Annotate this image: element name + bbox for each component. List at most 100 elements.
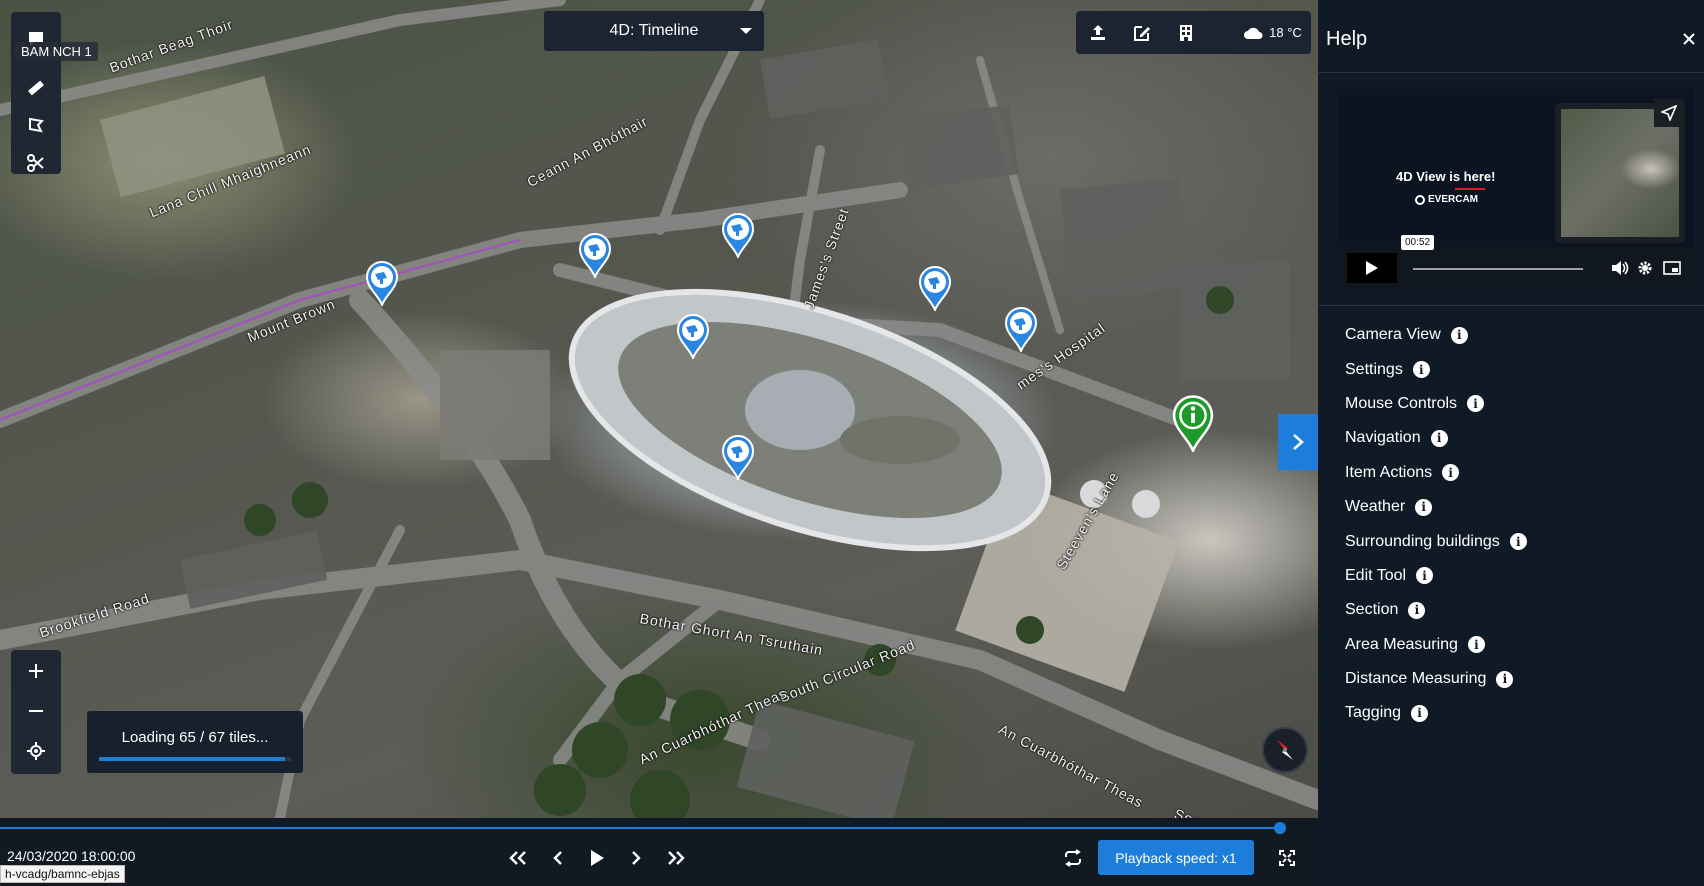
building-icon: [1180, 24, 1192, 41]
double-chevron-left-icon: [509, 851, 526, 865]
chevron-right-icon: [632, 851, 641, 865]
info-icon[interactable]: i: [1509, 533, 1527, 551]
fullscreen-icon: [1279, 850, 1295, 866]
repeat-icon: [1065, 849, 1081, 867]
help-topic-label: Tagging: [1345, 704, 1402, 722]
double-chevron-right-icon: [668, 851, 685, 865]
info-icon[interactable]: i: [1496, 670, 1514, 688]
help-topic-item[interactable]: Navigation i: [1345, 421, 1527, 455]
volume-icon[interactable]: [1611, 260, 1629, 276]
picture-in-picture-icon[interactable]: [1663, 260, 1681, 276]
video-share-button[interactable]: [1654, 99, 1684, 127]
fullscreen-button[interactable]: [1270, 843, 1304, 873]
loading-bar-fill: [99, 757, 286, 761]
info-icon[interactable]: i: [1430, 429, 1448, 447]
weather-button[interactable]: 18 °C: [1234, 11, 1311, 54]
section-tool-button[interactable]: [11, 144, 61, 182]
help-topic-item[interactable]: Tagging i: [1345, 696, 1527, 730]
loading-text: Loading 65 / 67 tiles...: [121, 729, 269, 746]
zoom-out-button[interactable]: [11, 692, 61, 730]
camera-pin-icon: [918, 266, 952, 314]
camera-pin-icon: [676, 314, 710, 362]
help-topic-item[interactable]: Item Actions i: [1345, 456, 1527, 490]
help-topic-item[interactable]: Area Measuring i: [1345, 628, 1527, 662]
status-url: h-vcadg/bamnc-ebjas: [0, 865, 125, 883]
camera-pin[interactable]: [676, 313, 710, 362]
video-seekbar[interactable]: [1413, 268, 1583, 270]
help-topic-item[interactable]: Camera View i: [1345, 318, 1527, 352]
skip-to-start-button[interactable]: [501, 843, 535, 873]
help-topic-item[interactable]: Surrounding buildings i: [1345, 524, 1527, 558]
help-video[interactable]: 4D View is here! EVERCAM 00:52: [1337, 89, 1694, 289]
info-icon[interactable]: i: [1412, 361, 1430, 379]
video-play-button[interactable]: [1347, 253, 1397, 283]
brand-logo-icon: [1415, 194, 1425, 205]
edit-button[interactable]: [1120, 11, 1164, 54]
close-help-button[interactable]: [1678, 28, 1700, 50]
info-icon[interactable]: i: [1467, 636, 1485, 654]
map-viewport[interactable]: Bothar Beag Thoir Lana Chill Mhaighneann M…: [0, 0, 1318, 818]
help-topic-label: Navigation: [1345, 429, 1421, 447]
chevron-left-icon: [553, 851, 562, 865]
measure-area-button[interactable]: [11, 106, 61, 144]
help-topic-item[interactable]: Section i: [1345, 593, 1527, 627]
loop-button[interactable]: [1056, 843, 1090, 873]
info-icon[interactable]: i: [1442, 464, 1460, 482]
collapse-panel-button[interactable]: [1278, 414, 1318, 470]
ruler-icon: [28, 80, 44, 96]
app-root: Bothar Beag Thoir Lana Chill Mhaighneann M…: [0, 0, 1704, 886]
gear-icon[interactable]: [1637, 260, 1653, 276]
help-topic-item[interactable]: Edit Tool i: [1345, 559, 1527, 593]
zoom-panel: [11, 650, 61, 774]
info-icon[interactable]: i: [1408, 601, 1426, 619]
zoom-in-button[interactable]: [11, 652, 61, 690]
help-topic-label: Section: [1345, 601, 1399, 619]
info-icon[interactable]: i: [1411, 704, 1429, 722]
view-mode-select[interactable]: 4D: Timeline: [544, 11, 764, 51]
camera-pin[interactable]: [721, 212, 755, 261]
help-topic-label: Weather: [1345, 498, 1406, 516]
info-icon[interactable]: i: [1416, 567, 1434, 585]
camera-pin[interactable]: [365, 260, 399, 309]
video-time-tooltip: 00:52: [1401, 235, 1435, 250]
compass-button[interactable]: [1262, 727, 1308, 773]
video-controls: [1337, 247, 1694, 289]
step-back-button[interactable]: [541, 843, 575, 873]
locate-button[interactable]: [11, 732, 61, 770]
timeline-handle[interactable]: [1274, 822, 1286, 834]
help-topic-item[interactable]: Settings i: [1345, 352, 1527, 386]
help-topic-label: Settings: [1345, 360, 1403, 378]
help-topic-item[interactable]: Mouse Controls i: [1345, 387, 1527, 421]
playback-speed-button[interactable]: Playback speed: x1: [1098, 840, 1254, 875]
info-icon[interactable]: i: [1450, 326, 1468, 344]
info-icon[interactable]: i: [1415, 498, 1433, 516]
tools-panel: [11, 12, 61, 174]
camera-pin[interactable]: [721, 434, 755, 483]
help-topic-label: Camera View: [1345, 326, 1441, 344]
measure-distance-button[interactable]: [11, 68, 61, 106]
video-title-underline: [1455, 188, 1485, 190]
camera-pin[interactable]: [918, 265, 952, 314]
camera-pin-icon: [721, 213, 755, 261]
camera-pin-icon: [721, 435, 755, 483]
help-topic-item[interactable]: Weather i: [1345, 490, 1527, 524]
upload-button[interactable]: [1076, 11, 1120, 54]
camera-pin[interactable]: [578, 232, 612, 281]
send-icon: [1661, 105, 1677, 121]
help-topics-list: Camera View i Settings i Mouse Controls i Navi…: [1345, 318, 1527, 731]
timeline-track[interactable]: [0, 827, 1280, 829]
project-label: BAM NCH 1: [15, 42, 98, 61]
chevron-right-icon: [1293, 434, 1304, 450]
skip-to-end-button[interactable]: [659, 843, 693, 873]
step-forward-button[interactable]: [619, 843, 653, 873]
info-icon[interactable]: i: [1467, 395, 1485, 413]
camera-pin[interactable]: [1004, 306, 1038, 355]
buildings-button[interactable]: [1164, 11, 1208, 54]
help-topic-item[interactable]: Distance Measuring i: [1345, 662, 1527, 696]
play-icon: [591, 850, 604, 866]
info-pin[interactable]: [1171, 394, 1215, 455]
video-title: 4D View is here!: [1396, 169, 1496, 184]
play-button[interactable]: [580, 843, 614, 873]
camera-pin-icon: [578, 233, 612, 281]
loading-bar: [99, 757, 291, 761]
